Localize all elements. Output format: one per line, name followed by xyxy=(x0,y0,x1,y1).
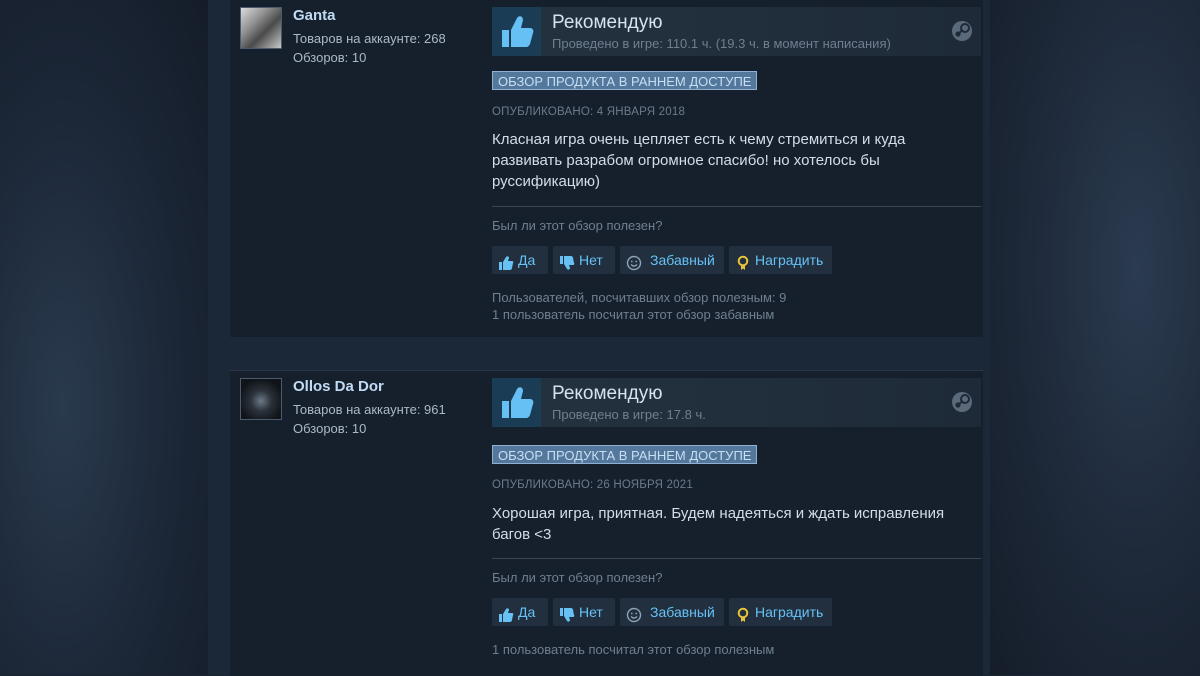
author-reviews-count[interactable]: Обзоров: 10 xyxy=(293,50,366,65)
helpful-question: Был ли этот обзор полезен? xyxy=(492,570,663,585)
divider xyxy=(492,558,981,559)
author-reviews-count[interactable]: Обзоров: 10 xyxy=(293,421,366,436)
award-icon xyxy=(735,604,751,632)
review-text: Класная игра очень цепляет есть к чему с… xyxy=(492,131,906,190)
author-name[interactable]: Ollos Da Dor xyxy=(293,378,384,395)
vote-funny-label: Забавный xyxy=(650,604,715,620)
award-button[interactable]: Наградить xyxy=(729,246,832,274)
thumbs-down-icon xyxy=(559,252,575,280)
review-card: Ganta Товаров на аккаунте: 268 Обзоров: … xyxy=(230,0,983,337)
author-name[interactable]: Ganta xyxy=(293,7,336,24)
steam-icon xyxy=(951,20,973,47)
divider xyxy=(492,206,981,207)
posted-date: ОПУБЛИКОВАНО: 4 ЯНВАРЯ 2018 xyxy=(492,106,686,118)
thumbs-up-icon xyxy=(498,252,514,280)
smiley-icon xyxy=(626,604,642,632)
author-products-count[interactable]: Товаров на аккаунте: 268 xyxy=(293,31,446,46)
vote-header[interactable]: Рекомендую Проведено в игре: 17.8 ч. xyxy=(492,378,981,427)
vote-yes-button[interactable]: Да xyxy=(492,246,548,274)
funny-count: 1 пользователь посчитал этот обзор забав… xyxy=(492,307,775,322)
smiley-icon xyxy=(626,252,642,280)
verdict-title: Рекомендую xyxy=(552,383,663,404)
vote-funny-label: Забавный xyxy=(650,252,715,268)
background-left xyxy=(0,0,210,675)
award-icon xyxy=(735,252,751,280)
hours-played: Проведено в игре: 110.1 ч. (19.3 ч. в мо… xyxy=(552,36,891,51)
vote-no-button[interactable]: Нет xyxy=(553,598,615,626)
thumbs-up-icon xyxy=(492,378,541,427)
vote-no-label: Нет xyxy=(579,604,603,620)
award-label: Наградить xyxy=(755,252,824,268)
vote-funny-button[interactable]: Забавный xyxy=(620,246,724,274)
hours-played: Проведено в игре: 17.8 ч. xyxy=(552,407,706,422)
thumbs-down-icon xyxy=(559,604,575,632)
thumbs-up-icon xyxy=(492,7,541,56)
vote-no-button[interactable]: Нет xyxy=(553,246,615,274)
avatar[interactable] xyxy=(240,7,282,49)
thumbs-up-icon xyxy=(498,604,514,632)
review-card: Ollos Da Dor Товаров на аккаунте: 961 Об… xyxy=(230,370,983,676)
vote-yes-label: Да xyxy=(518,604,536,620)
posted-date: ОПУБЛИКОВАНО: 26 НОЯБРЯ 2021 xyxy=(492,479,693,491)
award-label: Наградить xyxy=(755,604,824,620)
vote-header[interactable]: Рекомендую Проведено в игре: 110.1 ч. (1… xyxy=(492,7,981,56)
avatar[interactable] xyxy=(240,378,282,420)
helpful-question: Был ли этот обзор полезен? xyxy=(492,218,663,233)
early-access-badge[interactable]: ОБЗОР ПРОДУКТА В РАННЕМ ДОСТУПЕ xyxy=(492,71,758,90)
verdict-title: Рекомендую xyxy=(552,12,663,33)
vote-yes-button[interactable]: Да xyxy=(492,598,548,626)
vote-funny-button[interactable]: Забавный xyxy=(620,598,724,626)
helpful-count: Пользователей, посчитавших обзор полезны… xyxy=(492,290,787,305)
vote-no-label: Нет xyxy=(579,252,603,268)
helpful-count: 1 пользователь посчитал этот обзор полез… xyxy=(492,642,775,657)
review-text: Хорошая игра, приятная. Будем надеяться … xyxy=(492,505,945,543)
early-access-badge[interactable]: ОБЗОР ПРОДУКТА В РАННЕМ ДОСТУПЕ xyxy=(492,445,758,464)
steam-icon xyxy=(951,391,973,418)
award-button[interactable]: Наградить xyxy=(729,598,832,626)
author-products-count[interactable]: Товаров на аккаунте: 961 xyxy=(293,402,446,417)
background-right xyxy=(990,0,1200,675)
vote-yes-label: Да xyxy=(518,252,536,268)
